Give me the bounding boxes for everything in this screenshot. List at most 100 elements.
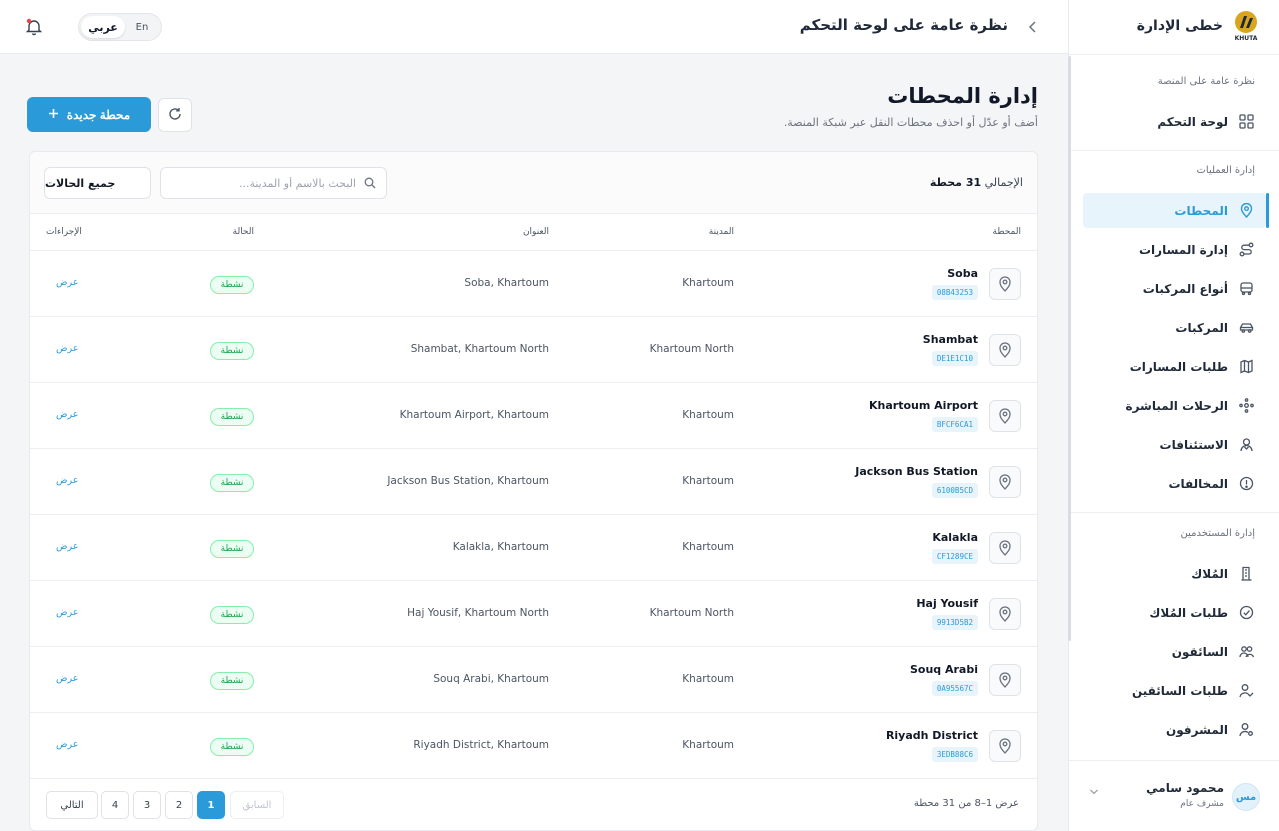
table-row[interactable]: Riyadh District 3EDB88C6 Khartoum Riyadh… xyxy=(30,713,1037,779)
user-check-icon xyxy=(1238,683,1254,699)
sidebar-item-dashboard[interactable]: لوحة التحكم xyxy=(1083,104,1266,139)
sidebar-item-label: الاستئنافات xyxy=(1159,437,1228,452)
view-link[interactable]: عرض xyxy=(56,409,78,420)
refresh-button[interactable] xyxy=(158,98,192,132)
pagination-page-3[interactable]: 3 xyxy=(133,791,161,819)
total-prefix: الإجمالي xyxy=(984,176,1023,189)
main-content: إدارة المحطات أضف أو عدّل أو احذف محطات … xyxy=(0,54,1068,831)
breadcrumb-title: نظرة عامة على لوحة التحكم xyxy=(799,16,1008,34)
table-row[interactable]: Soba 08B43253 Khartoum Soba, Khartoum نش… xyxy=(30,251,1037,317)
notification-bell-icon[interactable] xyxy=(24,17,44,37)
brand[interactable]: KHUTA خطى الإدارة xyxy=(1137,10,1261,42)
plus-icon xyxy=(48,108,59,122)
view-link[interactable]: عرض xyxy=(56,673,78,684)
station-name: Souq Arabi xyxy=(909,663,978,676)
sidebar-item-label: المركبات xyxy=(1175,320,1228,335)
location-pin-icon xyxy=(989,400,1021,432)
sidebar-item-owners[interactable]: المُلاك xyxy=(1083,556,1266,591)
new-station-button[interactable]: محطة جديدة xyxy=(27,97,151,132)
station-name: Khartoum Airport xyxy=(869,399,978,412)
table-row[interactable]: Souq Arabi 0A95567C Khartoum Souq Arabi,… xyxy=(30,647,1037,713)
station-city: Khartoum xyxy=(682,475,734,487)
sidebar-item-label: الرحلات المباشرة xyxy=(1125,398,1229,413)
brand-name: خطى الإدارة xyxy=(1136,18,1223,34)
chevron-left-icon[interactable] xyxy=(1024,18,1042,36)
pagination-page-1[interactable]: 1 xyxy=(197,791,225,819)
sidebar-item-route-requests[interactable]: طلبات المسارات xyxy=(1083,349,1266,384)
pagination-page-4[interactable]: 4 xyxy=(101,791,129,819)
view-link[interactable]: عرض xyxy=(56,541,78,552)
table-header: المحطة المدينة العنوان الحالة الإجراءات xyxy=(30,214,1037,251)
avatar: مس xyxy=(1232,783,1260,811)
divider xyxy=(1069,512,1279,513)
sidebar-item-supervisors[interactable]: المشرفون xyxy=(1083,712,1266,747)
user-role: مشرف عام xyxy=(1180,799,1224,809)
language-switch[interactable]: عربي En xyxy=(78,13,162,41)
station-name: Jackson Bus Station xyxy=(855,465,978,478)
bus-icon xyxy=(1238,281,1254,297)
sidebar-item-drivers[interactable]: السائقون xyxy=(1083,634,1266,669)
station-address: Khartoum Airport, Khartoum xyxy=(399,409,549,421)
lang-option-arabic[interactable]: عربي xyxy=(81,16,125,38)
sidebar-item-label: إدارة المسارات xyxy=(1138,242,1228,257)
view-link[interactable]: عرض xyxy=(56,475,78,486)
view-link[interactable]: عرض xyxy=(56,739,78,750)
search-box[interactable] xyxy=(160,167,387,199)
sidebar-scrollbar[interactable] xyxy=(1068,56,1071,641)
station-city: Khartoum xyxy=(682,409,734,421)
location-pin-icon xyxy=(989,466,1021,498)
status-filter-select[interactable]: جميع الحالات xyxy=(44,167,151,199)
section-title-overview: نظرة عامة على المنصة xyxy=(1157,76,1255,87)
column-header-status: الحالة xyxy=(232,227,254,237)
view-link[interactable]: عرض xyxy=(56,277,78,288)
pagination-prev-button[interactable]: السابق xyxy=(230,791,284,819)
search-input[interactable] xyxy=(176,176,356,190)
total-count: الإجمالي 31 محطة xyxy=(930,176,1023,189)
status-badge: نشطة xyxy=(210,606,254,624)
sidebar-item-violations[interactable]: المخالفات xyxy=(1083,466,1266,501)
status-badge: نشطة xyxy=(210,342,254,360)
column-header-city: المدينة xyxy=(708,227,734,237)
users-icon xyxy=(1238,644,1254,660)
sidebar-item-live-trips[interactable]: الرحلات المباشرة xyxy=(1083,388,1266,423)
sidebar-item-label: لوحة التحكم xyxy=(1157,114,1228,129)
sidebar-item-owner-requests[interactable]: طلبات المُلاك xyxy=(1083,595,1266,630)
sidebar-item-stations[interactable]: المحطات xyxy=(1083,193,1269,228)
grid-icon xyxy=(1238,114,1254,130)
table-row[interactable]: Khartoum Airport BFCF6CA1 Khartoum Khart… xyxy=(30,383,1037,449)
top-bar: عربي En نظرة عامة على لوحة التحكم xyxy=(0,0,1068,54)
car-icon xyxy=(1238,320,1254,336)
status-badge: نشطة xyxy=(210,408,254,426)
sidebar: KHUTA خطى الإدارة نظرة عامة على المنصة ل… xyxy=(1068,0,1279,831)
table-row[interactable]: Jackson Bus Station 6100B5CD Khartoum Ja… xyxy=(30,449,1037,515)
status-badge: نشطة xyxy=(210,474,254,492)
table-row[interactable]: Haj Yousif 9913D5B2 Khartoum North Haj Y… xyxy=(30,581,1037,647)
lang-option-english[interactable]: En xyxy=(125,16,159,38)
sidebar-item-vehicle-types[interactable]: أنواع المركبات xyxy=(1083,271,1266,306)
station-code: CF1289CE xyxy=(931,549,978,564)
table-row[interactable]: Kalakla CF1289CE Khartoum Kalakla, Khart… xyxy=(30,515,1037,581)
location-pin-icon xyxy=(989,664,1021,696)
sidebar-item-routes[interactable]: إدارة المسارات xyxy=(1083,232,1266,267)
sidebar-item-driver-requests[interactable]: طلبات السائقين xyxy=(1083,673,1266,708)
sidebar-item-appeals[interactable]: الاستئنافات xyxy=(1083,427,1266,462)
sidebar-item-label: طلبات المُلاك xyxy=(1149,605,1228,620)
station-name: Soba xyxy=(947,267,978,280)
view-link[interactable]: عرض xyxy=(56,607,78,618)
station-name: Riyadh District xyxy=(885,729,978,742)
total-value: 31 محطة xyxy=(929,176,982,189)
column-header-address: العنوان xyxy=(522,227,549,237)
view-link[interactable]: عرض xyxy=(56,343,78,354)
station-code: 0A95567C xyxy=(931,681,978,696)
table-row[interactable]: Shambat DE1E1C10 Khartoum North Shambat,… xyxy=(30,317,1037,383)
live-trip-icon xyxy=(1238,398,1254,414)
pagination-page-2[interactable]: 2 xyxy=(165,791,193,819)
location-pin-icon xyxy=(989,268,1021,300)
user-menu[interactable]: مس محمود سامي مشرف عام xyxy=(1069,760,1279,831)
station-city: Khartoum xyxy=(682,739,734,751)
sidebar-item-vehicles[interactable]: المركبات xyxy=(1083,310,1266,345)
pagination-next-button[interactable]: التالي xyxy=(46,791,98,819)
svg-text:KHUTA: KHUTA xyxy=(1235,35,1258,42)
chevron-down-icon[interactable] xyxy=(1089,788,1099,799)
sidebar-item-label: السائقون xyxy=(1171,644,1228,659)
